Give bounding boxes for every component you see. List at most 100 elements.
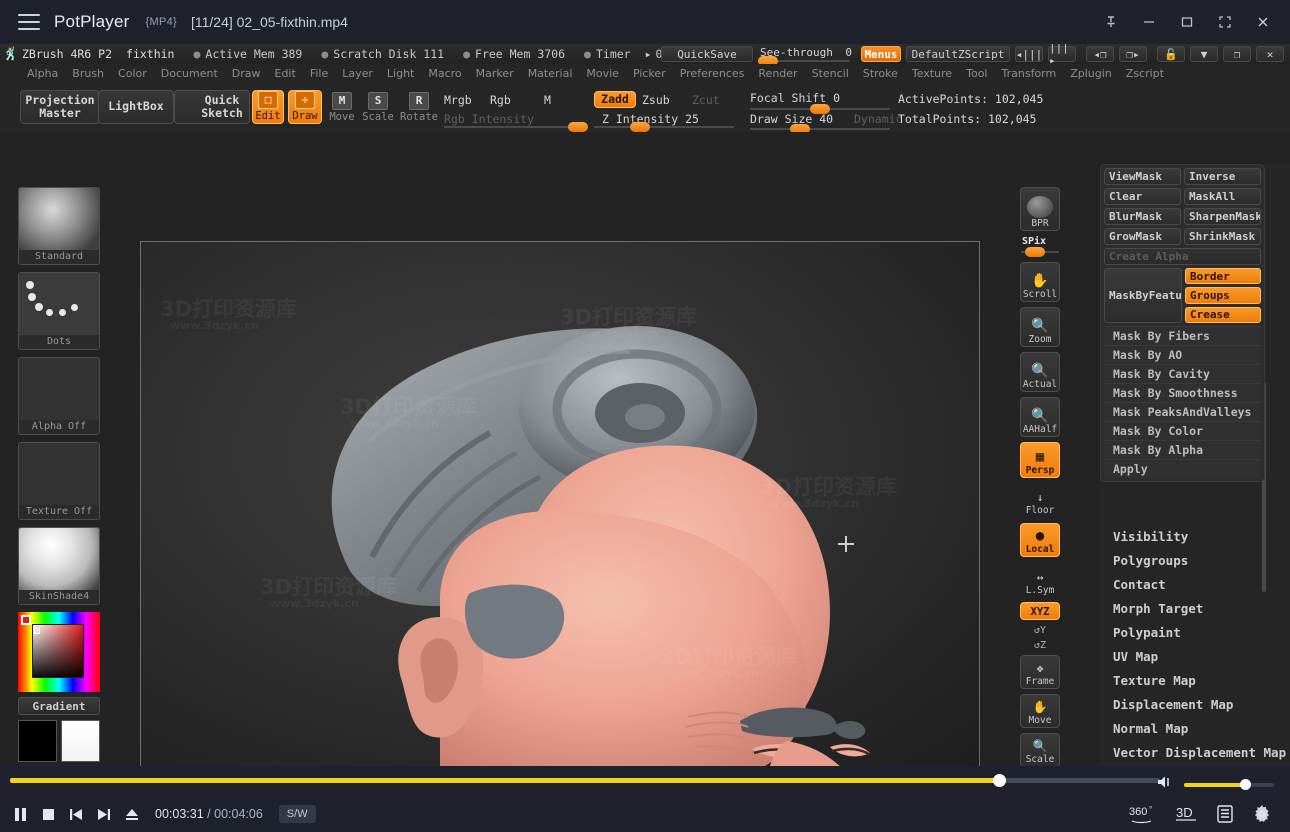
mask-by-feature-button[interactable]: MaskByFeature	[1104, 268, 1182, 323]
view-mask-button[interactable]: ViewMask	[1104, 168, 1181, 185]
menu-item-zscript[interactable]: Zscript	[1119, 67, 1171, 80]
brush-thumbnail[interactable]: Standard	[18, 187, 100, 265]
z-intensity-slider[interactable]	[594, 122, 734, 132]
menu-item-stroke[interactable]: Stroke	[856, 67, 905, 80]
3d-button[interactable]: 3D	[1174, 804, 1198, 824]
scroll-left-icon[interactable]: ◂|||	[1015, 46, 1043, 62]
maximize-icon[interactable]	[1170, 7, 1204, 37]
section-texture-map[interactable]: Texture Map	[1100, 668, 1290, 692]
aahalf-button[interactable]: 🔍 AAHalf	[1020, 397, 1060, 437]
spix-slider[interactable]	[1021, 247, 1059, 257]
mask-by-ao-item[interactable]: Mask By AO	[1104, 345, 1261, 364]
persp-button[interactable]: ▦ Persp	[1020, 442, 1060, 478]
zscript-button[interactable]: DefaultZScript	[906, 46, 1010, 62]
mask-by-smoothness-item[interactable]: Mask By Smoothness	[1104, 383, 1261, 402]
menu-item-material[interactable]: Material	[521, 67, 580, 80]
mask-peaks-and-valleys-item[interactable]: Mask PeaksAndValleys	[1104, 402, 1261, 421]
menu-item-zplugin[interactable]: Zplugin	[1063, 67, 1119, 80]
secondary-color-swatch[interactable]	[61, 720, 100, 762]
menu-item-macro[interactable]: Macro	[421, 67, 468, 80]
section-vector-displacement-map[interactable]: Vector Displacement Map	[1100, 740, 1290, 764]
menu-item-render[interactable]: Render	[751, 67, 804, 80]
next-button[interactable]	[97, 808, 111, 821]
settings-gear-icon[interactable]	[1252, 804, 1272, 824]
menu-item-brush[interactable]: Brush	[65, 67, 111, 80]
scale-gizmo-button[interactable]: 🔍 Scale	[1020, 733, 1060, 766]
menu-item-marker[interactable]: Marker	[469, 67, 521, 80]
menu-item-light[interactable]: Light	[380, 67, 421, 80]
section-uv-map[interactable]: UV Map	[1100, 644, 1290, 668]
draw-button[interactable]: ✛ Draw	[288, 90, 322, 124]
menu-item-alpha[interactable]: Alpha	[20, 67, 65, 80]
fullscreen-icon[interactable]	[1208, 7, 1242, 37]
section-polypaint[interactable]: Polypaint	[1100, 620, 1290, 644]
mask-by-alpha-item[interactable]: Mask By Alpha	[1104, 440, 1261, 459]
zcut-button[interactable]: Zcut	[692, 93, 720, 107]
material-thumbnail[interactable]: SkinShade4	[18, 527, 100, 605]
minimize-zbrush-icon[interactable]: ▼	[1190, 46, 1218, 62]
alpha-thumbnail[interactable]: Alpha Off	[18, 357, 100, 435]
actual-button[interactable]: 🔍 Actual	[1020, 352, 1060, 392]
lsym-button[interactable]: ↔ L.Sym	[1020, 565, 1060, 597]
texture-thumbnail[interactable]: Texture Off	[18, 442, 100, 520]
playlist-button[interactable]	[1216, 804, 1234, 824]
section-normal-map[interactable]: Normal Map	[1100, 716, 1290, 740]
stop-button[interactable]	[42, 808, 55, 821]
sharpen-mask-button[interactable]: SharpenMask	[1184, 208, 1261, 225]
focal-shift-slider[interactable]	[750, 104, 890, 114]
stroke-thumbnail[interactable]: Dots	[18, 272, 100, 350]
floor-button[interactable]: ↓ Floor	[1020, 483, 1060, 517]
border-button[interactable]: Border	[1185, 268, 1261, 285]
menu-item-layer[interactable]: Layer	[335, 67, 380, 80]
groups-button[interactable]: Groups	[1185, 287, 1261, 304]
menu-item-preferences[interactable]: Preferences	[673, 67, 752, 80]
grow-mask-button[interactable]: GrowMask	[1104, 228, 1181, 245]
menu-item-color[interactable]: Color	[111, 67, 154, 80]
lightbox-button[interactable]: LightBox	[98, 90, 174, 124]
minimize-icon[interactable]	[1132, 7, 1166, 37]
mrgb-button[interactable]: Mrgb	[444, 93, 472, 107]
vr360-button[interactable]: 360 °	[1128, 804, 1156, 824]
close-icon[interactable]	[1246, 7, 1280, 37]
menu-item-transform[interactable]: Transform	[995, 67, 1064, 80]
menu-item-picker[interactable]: Picker	[626, 67, 673, 80]
section-morph-target[interactable]: Morph Target	[1100, 596, 1290, 620]
rgb-intensity-slider[interactable]	[444, 122, 588, 132]
menu-item-document[interactable]: Document	[154, 67, 225, 80]
quicksave-button[interactable]: QuickSave	[661, 46, 753, 62]
inverse-button[interactable]: Inverse	[1184, 168, 1261, 185]
menu-item-file[interactable]: File	[303, 67, 335, 80]
pin-icon[interactable]	[1094, 7, 1128, 37]
menu-item-movie[interactable]: Movie	[579, 67, 626, 80]
scale-button[interactable]: S Scale	[362, 90, 394, 124]
color-picker[interactable]	[18, 612, 100, 692]
zbrush-document[interactable]: 3D打印资源库 www.3dzyk.cn 3D打印资源库 www.3dzyk.c…	[140, 241, 980, 766]
section-displacement-map[interactable]: Displacement Map	[1100, 692, 1290, 716]
crease-button[interactable]: Crease	[1185, 306, 1261, 323]
rotate-z-icon[interactable]: ↺Z	[1020, 640, 1060, 651]
move-gizmo-button[interactable]: ✋ Move	[1020, 694, 1060, 728]
timer-arrow-icon[interactable]: ▸	[645, 47, 652, 61]
scroll-right-icon[interactable]: |||▸	[1048, 44, 1076, 67]
shrink-mask-button[interactable]: ShrinkMask	[1184, 228, 1261, 245]
volume-icon[interactable]	[1156, 774, 1176, 795]
volume-slider[interactable]	[1184, 778, 1274, 790]
next-subtool-icon[interactable]: ❐▸	[1119, 46, 1147, 62]
menus-button[interactable]: Menus	[861, 46, 901, 62]
menu-item-stencil[interactable]: Stencil	[805, 67, 856, 80]
primary-color-swatch[interactable]	[18, 720, 57, 762]
menu-item-texture[interactable]: Texture	[905, 67, 959, 80]
create-alpha-button[interactable]: Create Alpha	[1104, 248, 1261, 265]
m-button[interactable]: M	[544, 93, 551, 107]
zsub-button[interactable]: Zsub	[642, 93, 670, 107]
lock-icon[interactable]: 🔓	[1157, 46, 1185, 62]
seek-handle[interactable]	[993, 774, 1006, 787]
pause-button[interactable]	[14, 807, 28, 822]
rotate-button[interactable]: R Rotate	[400, 90, 438, 124]
prev-subtool-icon[interactable]: ◂❐	[1086, 46, 1114, 62]
projection-master-button[interactable]: Projection Master	[20, 90, 100, 124]
gradient-button[interactable]: Gradient	[18, 697, 100, 715]
apply-item[interactable]: Apply	[1104, 459, 1261, 478]
mask-by-cavity-item[interactable]: Mask By Cavity	[1104, 364, 1261, 383]
menu-item-edit[interactable]: Edit	[268, 67, 303, 80]
